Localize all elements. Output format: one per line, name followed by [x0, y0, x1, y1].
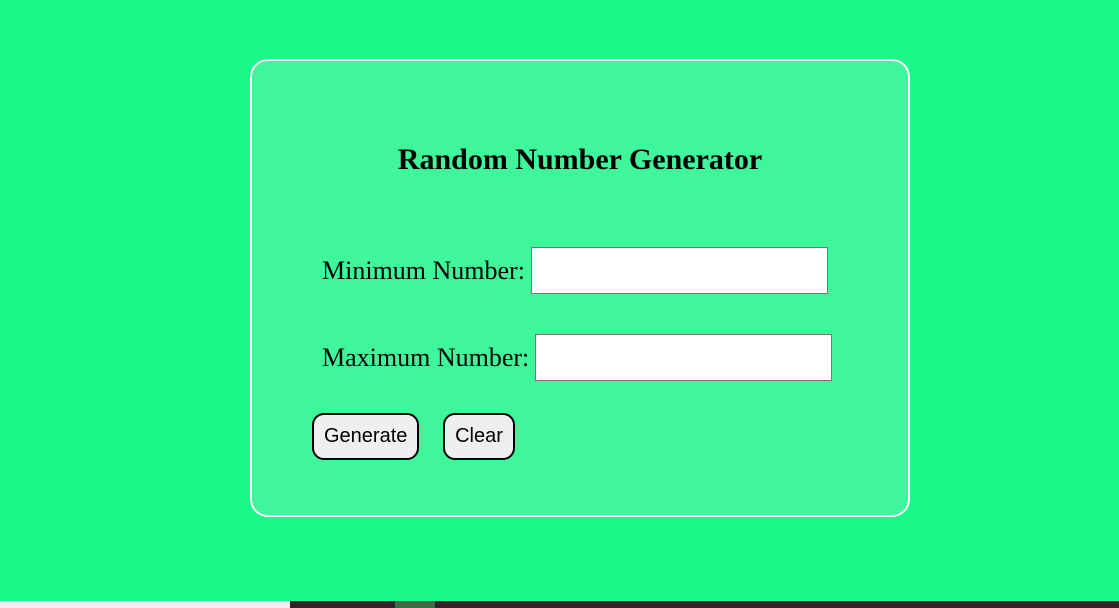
min-number-input[interactable] — [530, 247, 828, 294]
generate-button[interactable]: Generate — [312, 413, 419, 460]
taskbar-active-app[interactable] — [395, 601, 435, 608]
max-label: Maximum Number: — [322, 342, 530, 372]
generator-card: Random Number Generator Minimum Number: … — [250, 59, 910, 517]
max-number-input[interactable] — [535, 334, 833, 381]
clear-button[interactable]: Clear — [443, 413, 515, 460]
max-row: Maximum Number: — [322, 334, 833, 381]
page-title: Random Number Generator — [397, 143, 763, 176]
taskbar-left-area — [0, 601, 290, 608]
min-row: Minimum Number: — [322, 247, 828, 294]
min-label: Minimum Number: — [322, 255, 525, 285]
